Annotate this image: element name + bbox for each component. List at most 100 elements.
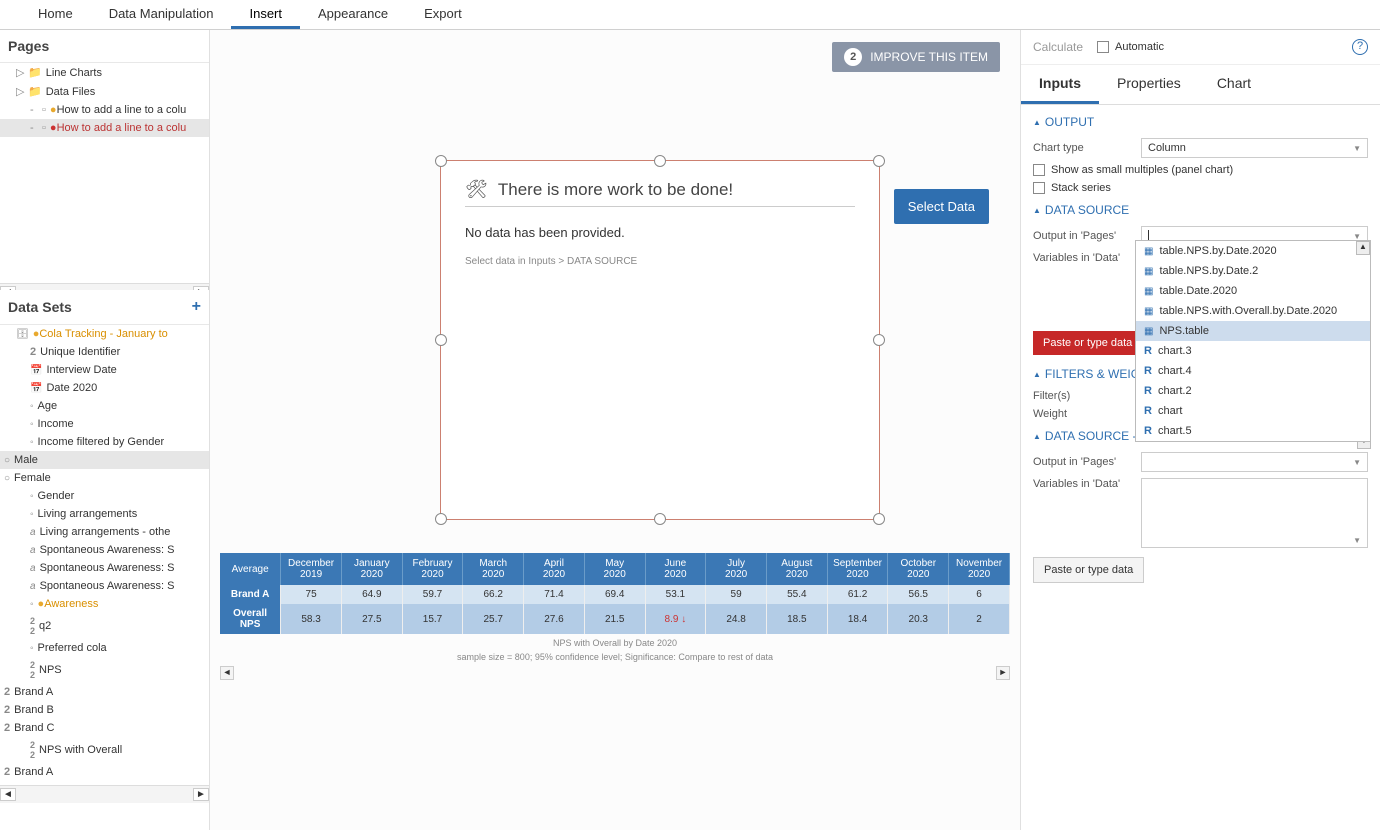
- table-cell: 24.8: [706, 604, 767, 634]
- resize-handle[interactable]: [873, 513, 885, 525]
- dataset-item[interactable]: aSpontaneous Awareness: S: [0, 541, 209, 559]
- output-in-pages-2-dropdown[interactable]: ▼: [1141, 452, 1368, 472]
- calculate-button[interactable]: Calculate: [1033, 40, 1083, 54]
- chart-type-dropdown[interactable]: Column▼: [1141, 138, 1368, 158]
- dataset-item[interactable]: ◦● Awareness: [0, 595, 209, 613]
- dropdown-item[interactable]: ▦table.NPS.by.Date.2020: [1136, 241, 1370, 261]
- paste-data-button[interactable]: Paste or type data: [1033, 331, 1142, 355]
- tools-icon: 🛠: [465, 179, 488, 200]
- dropdown-item[interactable]: Rchart: [1136, 401, 1370, 421]
- select-data-button[interactable]: Select Data: [894, 189, 989, 224]
- dataset-item[interactable]: 2Brand B: [0, 701, 209, 719]
- dropdown-item[interactable]: ▦table.Date.2020: [1136, 281, 1370, 301]
- right-tabs: InputsPropertiesChart: [1021, 65, 1380, 105]
- table-scroll-right-icon[interactable]: ►: [996, 666, 1010, 680]
- ribbon-tab-home[interactable]: Home: [20, 0, 91, 29]
- table-cell: 8.9 ↓: [645, 604, 706, 634]
- right-tab-chart[interactable]: Chart: [1199, 65, 1269, 104]
- dropdown-item[interactable]: Rchart.4: [1136, 361, 1370, 381]
- stack-series-checkbox[interactable]: Stack series: [1033, 179, 1368, 197]
- pages-item[interactable]: -▫● How to add a line to a colu: [0, 119, 209, 137]
- table-cell: 64.9: [341, 585, 402, 604]
- table-scroll-left-icon[interactable]: ◄: [220, 666, 234, 680]
- paste-data-2-button[interactable]: Paste or type data: [1033, 557, 1144, 583]
- dropdown-scroll-up-icon[interactable]: ▲: [1356, 241, 1370, 255]
- output-dropdown-list[interactable]: ▲ ▦table.NPS.by.Date.2020▦table.NPS.by.D…: [1135, 240, 1371, 442]
- right-tab-inputs[interactable]: Inputs: [1021, 65, 1099, 104]
- table-cell: 6: [949, 585, 1010, 604]
- dataset-item[interactable]: ○Female: [0, 469, 209, 487]
- dataset-item[interactable]: 2Brand A: [0, 763, 209, 781]
- row-header: Overall NPS: [220, 604, 281, 634]
- dataset-item[interactable]: 2Brand A: [0, 683, 209, 701]
- table-cell: 18.4: [827, 604, 888, 634]
- filters-label: Filter(s): [1033, 390, 1133, 402]
- table-cell: 56.5: [888, 585, 949, 604]
- dataset-item[interactable]: ◦Income filtered by Gender: [0, 433, 209, 451]
- checkbox-icon[interactable]: [1097, 41, 1109, 53]
- help-icon[interactable]: ?: [1352, 39, 1368, 55]
- dataset-item[interactable]: ◦Preferred cola: [0, 639, 209, 657]
- dataset-item[interactable]: 22q2: [0, 613, 209, 639]
- ribbon-tab-export[interactable]: Export: [406, 0, 480, 29]
- table-header: March2020: [463, 553, 524, 585]
- right-tab-properties[interactable]: Properties: [1099, 65, 1199, 104]
- resize-handle[interactable]: [873, 334, 885, 346]
- dropdown-item[interactable]: Rchart.3: [1136, 341, 1370, 361]
- dataset-item[interactable]: 📅Interview Date: [0, 361, 209, 379]
- pages-hscroll[interactable]: ◄ ►: [0, 283, 209, 290]
- ribbon-tab-appearance[interactable]: Appearance: [300, 0, 406, 29]
- chart-hint: Select data in Inputs > DATA SOURCE: [465, 256, 855, 267]
- dataset-item[interactable]: aSpontaneous Awareness: S: [0, 577, 209, 595]
- improve-this-item-button[interactable]: 2 IMPROVE THIS ITEM: [832, 42, 1000, 72]
- datasets-tree[interactable]: 🗄● Cola Tracking - January to2Unique Ide…: [0, 325, 209, 785]
- small-multiples-checkbox[interactable]: Show as small multiples (panel chart): [1033, 161, 1368, 179]
- scroll-right-icon[interactable]: ►: [193, 788, 209, 801]
- dataset-item[interactable]: aLiving arrangements - othe: [0, 523, 209, 541]
- resize-handle[interactable]: [435, 513, 447, 525]
- pages-header: Pages: [0, 30, 209, 63]
- dropdown-item[interactable]: ▦table.NPS.with.Overall.by.Date.2020: [1136, 301, 1370, 321]
- dataset-item[interactable]: 2Unique Identifier: [0, 343, 209, 361]
- dropdown-item[interactable]: ▦NPS.table: [1136, 321, 1370, 341]
- table-subtitle: sample size = 800; 95% confidence level;…: [220, 652, 1010, 662]
- dataset-item[interactable]: 2Brand C: [0, 719, 209, 737]
- table-cell: 66.2: [463, 585, 524, 604]
- table-header: January2020: [341, 553, 402, 585]
- dataset-item[interactable]: aSpontaneous Awareness: S: [0, 559, 209, 577]
- dataset-item[interactable]: ◦Age: [0, 397, 209, 415]
- dataset-item[interactable]: 22NPS with Overall: [0, 737, 209, 763]
- pages-tree[interactable]: ▷📁Line Charts▷📁Data Files-▫● How to add …: [0, 63, 209, 283]
- ribbon-tab-insert[interactable]: Insert: [231, 0, 300, 29]
- table-cell: 75: [281, 585, 342, 604]
- dataset-item[interactable]: 22NPS: [0, 657, 209, 683]
- table-cell: 18.5: [766, 604, 827, 634]
- ribbon-tab-data-manipulation[interactable]: Data Manipulation: [91, 0, 232, 29]
- resize-handle[interactable]: [435, 155, 447, 167]
- resize-handle[interactable]: [654, 513, 666, 525]
- datasets-hscroll[interactable]: ◄ ►: [0, 785, 209, 803]
- dropdown-item[interactable]: ▦table.NPS.by.Date.2: [1136, 261, 1370, 281]
- dataset-item[interactable]: ◦Income: [0, 415, 209, 433]
- dataset-item[interactable]: ○Male: [0, 451, 209, 469]
- pages-item[interactable]: ▷📁Data Files: [0, 82, 209, 101]
- dropdown-item[interactable]: Rchart.2: [1136, 381, 1370, 401]
- dataset-item[interactable]: ◦Gender: [0, 487, 209, 505]
- output-section-header[interactable]: ▲OUTPUT: [1033, 109, 1368, 135]
- dataset-item[interactable]: 📅Date 2020: [0, 379, 209, 397]
- resize-handle[interactable]: [654, 155, 666, 167]
- pages-item[interactable]: ▷📁Line Charts: [0, 63, 209, 82]
- datasource-section-header[interactable]: ▲DATA SOURCE: [1033, 197, 1368, 223]
- resize-handle[interactable]: [873, 155, 885, 167]
- dataset-item[interactable]: ◦Living arrangements: [0, 505, 209, 523]
- add-dataset-icon[interactable]: +: [192, 298, 201, 316]
- chart-placeholder[interactable]: 🛠 There is more work to be done! No data…: [440, 160, 880, 520]
- variables-in-data-2-input[interactable]: ▼: [1141, 478, 1368, 548]
- resize-handle[interactable]: [435, 334, 447, 346]
- pages-item[interactable]: -▫● How to add a line to a colu: [0, 101, 209, 119]
- dataset-item[interactable]: 🗄● Cola Tracking - January to: [0, 325, 209, 343]
- scroll-left-icon[interactable]: ◄: [0, 788, 16, 801]
- chart-type-label: Chart type: [1033, 142, 1133, 154]
- dropdown-item[interactable]: Rchart.5: [1136, 421, 1370, 441]
- automatic-checkbox[interactable]: Automatic: [1097, 38, 1164, 56]
